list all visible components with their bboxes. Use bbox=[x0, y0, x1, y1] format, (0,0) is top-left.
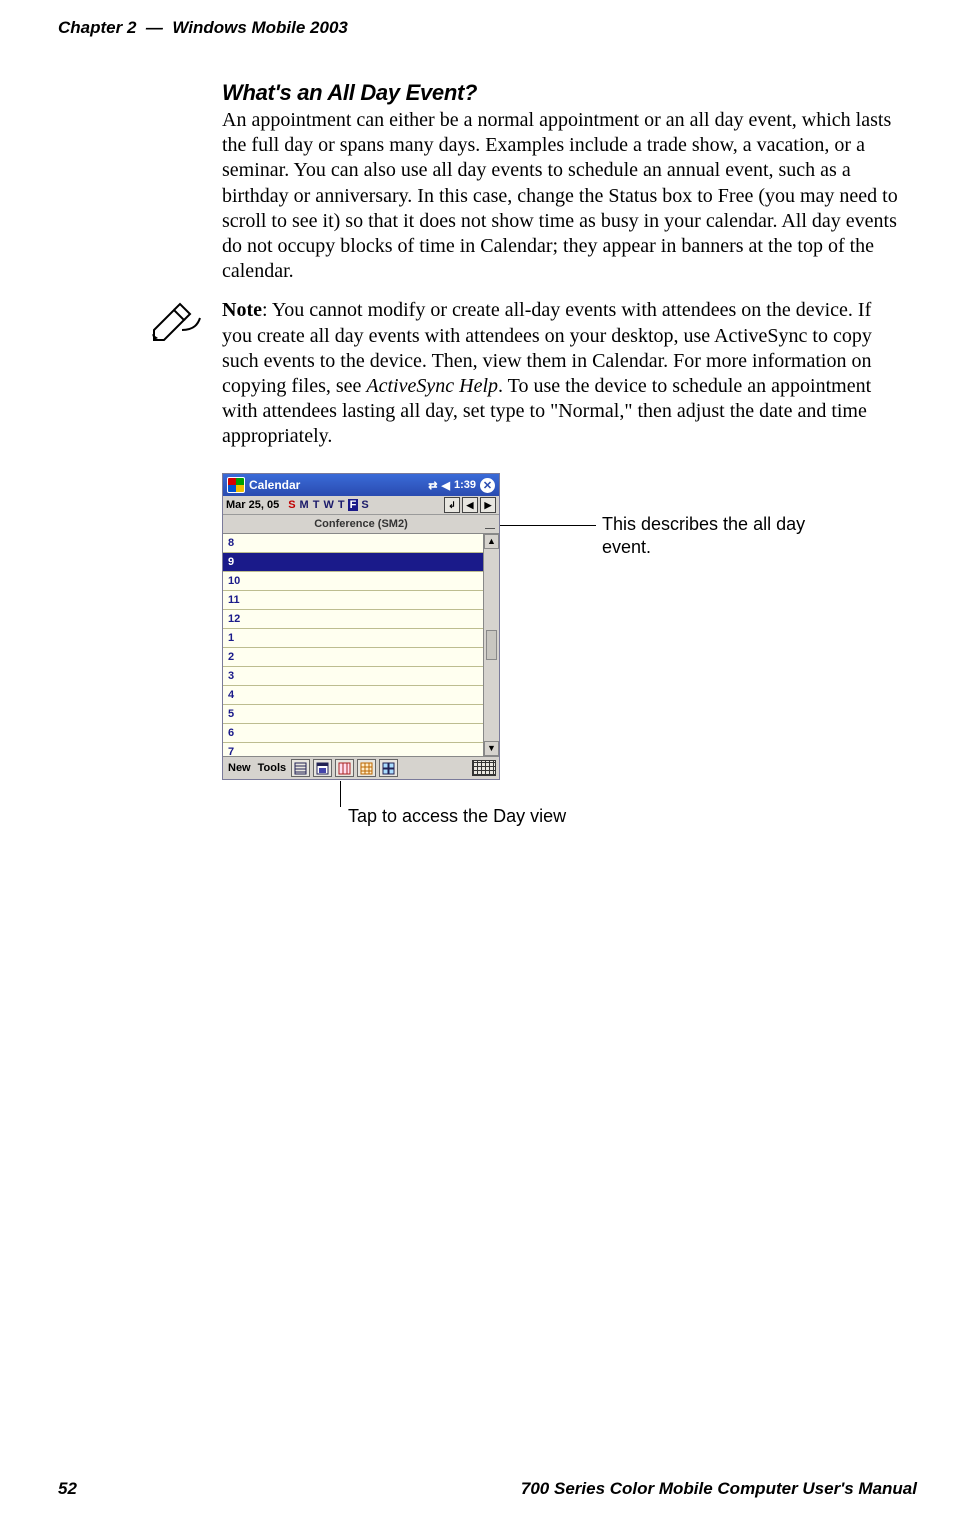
section-body: An appointment can either be a normal ap… bbox=[222, 108, 902, 284]
prev-day-icon[interactable]: ◀ bbox=[462, 497, 478, 513]
hour-row[interactable]: 6 bbox=[223, 724, 483, 743]
hour-row[interactable]: 5 bbox=[223, 705, 483, 724]
note-body-em: ActiveSync Help bbox=[366, 375, 498, 397]
header-separator: — bbox=[146, 18, 163, 37]
scroll-up-icon[interactable]: ▲ bbox=[484, 534, 499, 549]
next-day-icon[interactable]: ▶ bbox=[480, 497, 496, 513]
allday-banner[interactable]: Conference (SM2) bbox=[223, 515, 499, 534]
note-icon bbox=[150, 300, 202, 342]
note-paragraph: Note: You cannot modify or create all-da… bbox=[222, 298, 902, 449]
callout-line bbox=[500, 525, 596, 526]
header-subject: Windows Mobile 2003 bbox=[172, 18, 348, 37]
titlebar-app: Calendar bbox=[249, 478, 300, 492]
tools-menu[interactable]: Tools bbox=[256, 762, 289, 774]
note-label: Note bbox=[222, 299, 262, 321]
vertical-scrollbar[interactable]: ▲ ▼ bbox=[483, 534, 499, 756]
scroll-thumb[interactable] bbox=[486, 630, 497, 660]
day-view-icon[interactable] bbox=[313, 759, 332, 777]
clock-time[interactable]: 1:39 bbox=[454, 479, 476, 491]
hour-row[interactable]: 3 bbox=[223, 667, 483, 686]
scroll-down-icon[interactable]: ▼ bbox=[484, 741, 499, 756]
hour-row[interactable]: 10 bbox=[223, 572, 483, 591]
running-footer: 52 700 Series Color Mobile Computer User… bbox=[58, 1479, 917, 1499]
hour-row[interactable]: 9 bbox=[223, 553, 483, 572]
section-heading: What's an All Day Event? bbox=[222, 80, 902, 106]
new-menu[interactable]: New bbox=[226, 762, 253, 774]
manual-title: 700 Series Color Mobile Computer User's … bbox=[521, 1479, 917, 1499]
hour-row[interactable]: 2 bbox=[223, 648, 483, 667]
current-date[interactable]: Mar 25, 05 bbox=[226, 499, 279, 511]
hour-row[interactable]: 11 bbox=[223, 591, 483, 610]
volume-icon[interactable]: ◀︎ bbox=[442, 479, 450, 492]
hour-row[interactable]: 7 bbox=[223, 743, 483, 756]
dow-wed[interactable]: W bbox=[322, 499, 334, 511]
start-flag-icon[interactable] bbox=[227, 477, 245, 493]
titlebar: Calendar ⇄ ◀︎ 1:39 ✕ bbox=[223, 474, 499, 496]
figure-area: Calendar ⇄ ◀︎ 1:39 ✕ Mar 25, 05 S M T W … bbox=[222, 473, 902, 780]
dow-tue[interactable]: T bbox=[312, 499, 321, 511]
hour-row[interactable]: 1 bbox=[223, 629, 483, 648]
page-number: 52 bbox=[58, 1479, 77, 1499]
month-view-icon[interactable] bbox=[357, 759, 376, 777]
agenda-view-icon[interactable] bbox=[291, 759, 310, 777]
close-icon[interactable]: ✕ bbox=[480, 478, 495, 493]
hour-row[interactable]: 12 bbox=[223, 610, 483, 629]
callout-dayview: Tap to access the Day view bbox=[348, 805, 566, 828]
dow-sun[interactable]: S bbox=[287, 499, 296, 511]
connectivity-icon[interactable]: ⇄ bbox=[428, 479, 437, 492]
week-view-icon[interactable] bbox=[335, 759, 354, 777]
running-header: Chapter 2 — Windows Mobile 2003 bbox=[58, 18, 917, 38]
callout-banner: This describes the all day event. bbox=[602, 513, 822, 558]
dow-mon[interactable]: M bbox=[299, 499, 310, 511]
hour-row[interactable]: 8 bbox=[223, 534, 483, 553]
goto-today-icon[interactable]: ↲ bbox=[444, 497, 460, 513]
dow-sat[interactable]: S bbox=[360, 499, 369, 511]
sip-keyboard-icon[interactable] bbox=[472, 760, 496, 776]
dow-fri[interactable]: F bbox=[348, 499, 359, 511]
year-view-icon[interactable] bbox=[379, 759, 398, 777]
pda-screenshot: Calendar ⇄ ◀︎ 1:39 ✕ Mar 25, 05 S M T W … bbox=[222, 473, 500, 780]
note-sep: : bbox=[262, 299, 272, 321]
chapter-label: Chapter 2 bbox=[58, 18, 136, 37]
hour-row[interactable]: 4 bbox=[223, 686, 483, 705]
command-bar: New Tools bbox=[223, 756, 499, 779]
callout-line bbox=[340, 781, 341, 807]
dow-thu[interactable]: T bbox=[337, 499, 346, 511]
date-bar: Mar 25, 05 S M T W T F S ↲ ◀ ▶ bbox=[223, 496, 499, 515]
hour-grid: 8 9 10 11 12 1 2 3 4 5 6 7 8 bbox=[223, 534, 499, 756]
